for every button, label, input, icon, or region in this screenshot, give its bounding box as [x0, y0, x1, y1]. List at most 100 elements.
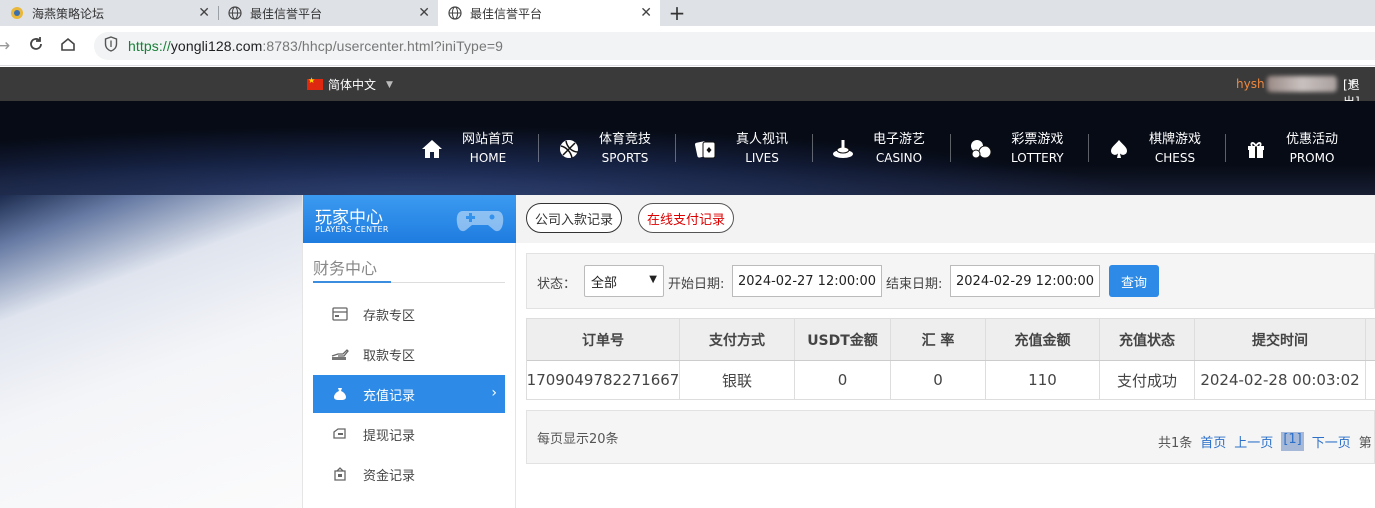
cell-exchange-rate: 0 — [891, 361, 986, 399]
table-header-row: 订单号 支付方式 USDT金额 汇 率 充值金额 充值状态 提交时间 — [527, 319, 1375, 361]
language-label: 简体中文 — [328, 78, 377, 92]
nav-home[interactable]: 网站首页 HOME — [420, 131, 514, 167]
user-menu[interactable]: hysh ▼ — [1236, 76, 1356, 92]
china-flag-icon — [307, 76, 323, 90]
language-selector[interactable]: 简体中文 ▼ — [307, 76, 393, 93]
cards-icon — [694, 137, 718, 161]
reload-icon[interactable] — [28, 36, 44, 57]
nav-zh: 体育竞技 — [599, 132, 652, 147]
home-icon[interactable] — [60, 36, 76, 57]
col-recharge-status: 充值状态 — [1100, 319, 1195, 360]
nav-casino[interactable]: 电子游艺 CASINO — [831, 131, 925, 167]
next-page-link[interactable]: 下一页 — [1312, 432, 1351, 451]
start-date-label: 开始日期: — [668, 277, 725, 292]
table-row: 1709049782271667 银联 0 0 110 支付成功 2024-02… — [527, 361, 1375, 399]
url-field[interactable]: https://yongli128.com:8783/hhcp/usercent… — [94, 32, 1375, 60]
nav-lives[interactable]: 真人视讯 LIVES — [694, 131, 788, 167]
nav-zh: 彩票游戏 — [1011, 132, 1064, 147]
nav-en: PROMO — [1289, 151, 1335, 165]
nav-label: 优惠活动 PROMO — [1286, 131, 1338, 167]
status-select-value: 全部 — [591, 275, 618, 291]
first-page-link[interactable]: 首页 — [1200, 432, 1226, 451]
main-content: 公司入款记录 在线支付记录 状态： 全部 ▼ 开始日期: 2024-02-27 … — [516, 195, 1375, 508]
sidebar-item-label: 取款专区 — [363, 348, 416, 364]
total-count: 共1条 — [1158, 436, 1193, 451]
section-title-finance: 财务中心 — [313, 259, 378, 278]
prev-page-link[interactable]: 上一页 — [1234, 432, 1273, 451]
col-recharge-amount: 充值金额 — [986, 319, 1100, 360]
pagination-controls: 共1条 首页 上一页 [1] 下一页 第 — [1158, 432, 1372, 451]
background-decoration — [0, 195, 302, 508]
page-jump-label: 第 — [1358, 436, 1372, 451]
nav-zh: 真人视讯 — [736, 132, 789, 147]
funds-icon — [331, 467, 349, 481]
nav-zh: 棋牌游戏 — [1149, 132, 1202, 147]
new-tab-plus-icon[interactable]: + — [666, 0, 688, 26]
nav-en: LIVES — [745, 151, 779, 165]
col-order-number: 订单号 — [527, 319, 680, 360]
cell-recharge-status: 支付成功 — [1100, 361, 1195, 399]
sidebar-item-withdraw[interactable]: 取款专区 — [313, 335, 505, 373]
nav-label: 彩票游戏 LOTTERY — [1011, 131, 1064, 167]
close-icon[interactable]: ✕ — [640, 5, 652, 21]
address-bar-row: → https://yongli128.com:8783/hhcp/userce… — [0, 26, 1375, 66]
nav-zh: 优惠活动 — [1286, 132, 1339, 147]
forward-arrow-icon[interactable]: → — [0, 36, 10, 56]
nav-zh: 电子游艺 — [873, 132, 926, 147]
browser-tab[interactable]: 最佳信誉平台 ✕ — [218, 0, 438, 26]
record-tabs: 公司入款记录 在线支付记录 — [516, 195, 1375, 243]
gift-icon — [1244, 137, 1268, 161]
home-icon — [420, 137, 444, 161]
start-date-input[interactable]: 2024-02-27 12:00:00 — [732, 265, 882, 297]
cell-payment-method: 银联 — [680, 361, 795, 399]
close-icon[interactable]: ✕ — [418, 5, 430, 21]
tab-online-payment-records[interactable]: 在线支付记录 — [638, 203, 735, 233]
nav-divider — [675, 134, 676, 162]
nav-sports[interactable]: 体育竞技 SPORTS — [557, 131, 651, 167]
sidebar-item-recharge-records[interactable]: 充值记录 › — [313, 375, 505, 413]
tab-title: 最佳信誉平台 — [470, 6, 543, 21]
end-date-input[interactable]: 2024-02-29 12:00:00 — [950, 265, 1100, 297]
pagination-bar: 每页显示20条 共1条 首页 上一页 [1] 下一页 第 — [526, 410, 1375, 464]
sidebar-item-withdraw-records[interactable]: 提现记录 — [313, 415, 505, 453]
sidebar-item-label: 存款专区 — [363, 308, 416, 324]
browser-tab[interactable]: 海燕策略论坛 ✕ — [0, 0, 219, 26]
nav-divider — [538, 134, 539, 162]
query-button[interactable]: 查询 — [1109, 265, 1159, 297]
url-path: :8783/hhcp/usercenter.html?iniType=9 — [262, 38, 503, 54]
records-table: 订单号 支付方式 USDT金额 汇 率 充值金额 充值状态 提交时间 17090… — [526, 318, 1375, 400]
col-usdt-amount: USDT金额 — [795, 319, 891, 360]
nav-lottery[interactable]: 彩票游戏 LOTTERY — [969, 131, 1064, 167]
username-redacted — [1266, 76, 1337, 92]
url-text: https://yongli128.com:8783/hhcp/usercent… — [128, 38, 503, 54]
tab-title: 海燕策略论坛 — [32, 6, 105, 21]
nav-en: CHESS — [1154, 151, 1196, 165]
players-center-subtitle: PLAYERS CENTER — [315, 225, 389, 234]
sidebar-item-label: 提现记录 — [363, 428, 416, 444]
current-page[interactable]: [1] — [1281, 432, 1304, 451]
nav-label: 网站首页 HOME — [462, 131, 514, 167]
nav-divider — [1225, 134, 1226, 162]
nav-promo[interactable]: 优惠活动 PROMO — [1244, 131, 1338, 167]
close-icon[interactable]: ✕ — [198, 5, 210, 21]
tab-title: 最佳信誉平台 — [250, 6, 323, 21]
sidebar-item-fund-records[interactable]: 资金记录 — [313, 455, 505, 493]
browser-tab-active[interactable]: 最佳信誉平台 ✕ — [438, 0, 660, 26]
status-select[interactable]: 全部 ▼ — [584, 265, 664, 297]
basketball-icon — [557, 137, 581, 161]
url-protocol: https:// — [128, 38, 171, 54]
nav-en: LOTTERY — [1011, 151, 1064, 165]
sidebar-item-deposit[interactable]: 存款专区 — [313, 295, 505, 333]
site-favicon-icon — [10, 6, 24, 20]
globe-icon — [228, 6, 242, 20]
nav-chess[interactable]: 棋牌游戏 CHESS — [1107, 131, 1201, 167]
url-host: yongli128.com — [170, 38, 263, 54]
nav-divider — [812, 134, 813, 162]
shield-icon — [104, 36, 118, 56]
withdraw-icon — [331, 347, 349, 361]
tab-company-deposit-records[interactable]: 公司入款记录 — [526, 203, 623, 233]
sidebar-item-label: 充值记录 — [363, 388, 416, 404]
chevron-right-icon: › — [491, 385, 497, 401]
username: hysh — [1236, 77, 1265, 91]
end-date-label: 结束日期: — [886, 277, 943, 292]
